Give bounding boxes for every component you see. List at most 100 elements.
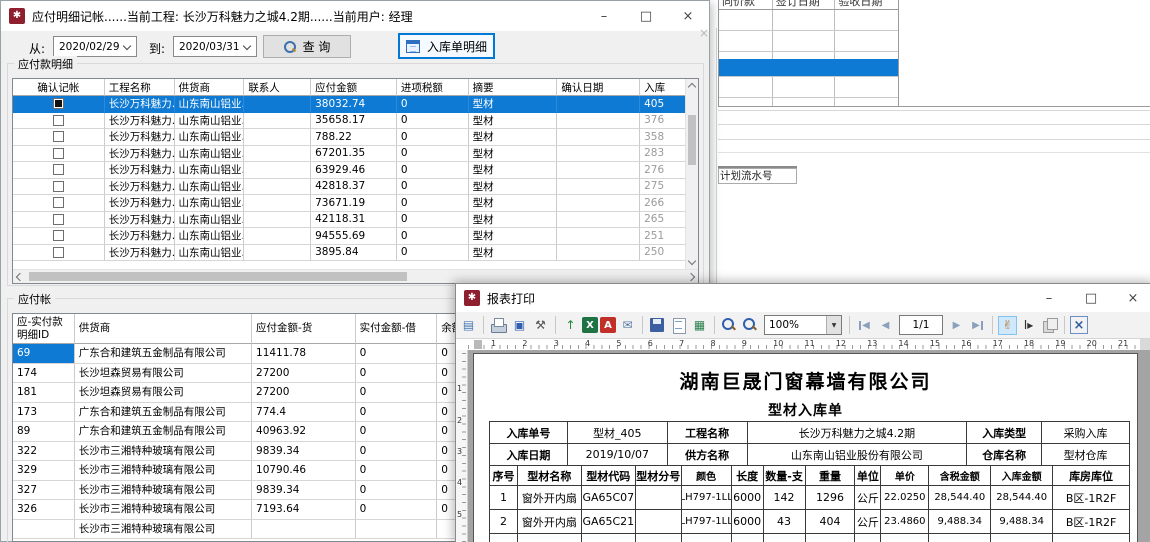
cell[interactable]: 283 <box>640 146 685 163</box>
cell[interactable]: 0 <box>397 113 469 130</box>
cell[interactable] <box>557 195 640 212</box>
cell[interactable] <box>557 113 640 130</box>
minimize-button[interactable]: – <box>1028 284 1070 312</box>
cell[interactable]: 山东南山铝业... <box>175 179 245 196</box>
cell[interactable]: 型材 <box>469 228 558 245</box>
cell[interactable]: 774.4 <box>252 403 356 423</box>
minimize-button[interactable]: – <box>583 1 625 31</box>
cell[interactable]: 长沙万科魅力... <box>105 228 175 245</box>
cell[interactable]: 长沙万科魅力... <box>105 212 175 229</box>
cell[interactable]: 9839.34 <box>252 442 356 462</box>
selected-table-row[interactable] <box>719 59 898 77</box>
checkbox-cell[interactable] <box>13 212 105 229</box>
cell[interactable]: 94555.69 <box>311 228 397 245</box>
cell[interactable]: 0 <box>397 212 469 229</box>
cell[interactable]: 0 <box>356 344 438 364</box>
vertical-scrollbar[interactable] <box>685 79 698 269</box>
document-icon[interactable] <box>669 316 688 335</box>
table-row[interactable]: 长沙万科魅力...山东南山铝业...94555.690型材251 <box>13 228 685 245</box>
cell[interactable]: 广东合和建筑五金制品有限公司 <box>75 344 252 364</box>
confirm-checkbox[interactable] <box>53 181 64 192</box>
cell[interactable]: 广东合和建筑五金制品有限公司 <box>75 422 252 442</box>
cell[interactable]: 长沙万科魅力... <box>105 96 175 113</box>
preview-icon[interactable]: ▤ <box>459 316 478 335</box>
table-row[interactable]: 329长沙市三湘特种玻璃有限公司10790.4600 <box>13 461 503 481</box>
cell[interactable] <box>244 113 311 130</box>
cell[interactable]: 358 <box>640 129 685 146</box>
chevron-down-icon[interactable] <box>243 42 251 50</box>
cell[interactable]: 0 <box>356 403 438 423</box>
copy-icon[interactable] <box>1040 316 1059 335</box>
table-row[interactable]: 长沙市三湘特种玻璃有限公司 <box>13 520 503 540</box>
title-bar[interactable]: ✱ 应付明细记帐......当前工程: 长沙万科魅力之城4.2期......当前… <box>1 1 709 31</box>
cell[interactable] <box>557 245 640 262</box>
table-row[interactable] <box>719 31 898 52</box>
cell[interactable]: 9839.34 <box>252 481 356 501</box>
last-page-icon[interactable]: ▶ <box>968 316 987 335</box>
cell[interactable] <box>557 146 640 163</box>
excel-icon[interactable]: X <box>582 317 598 333</box>
print-icon[interactable] <box>489 316 508 335</box>
cell[interactable]: 7193.64 <box>252 500 356 520</box>
checkbox-cell[interactable] <box>13 195 105 212</box>
pdf-icon[interactable]: A <box>600 317 616 333</box>
cell[interactable]: 38032.74 <box>311 96 397 113</box>
table-row[interactable] <box>719 10 898 31</box>
table-row[interactable]: 322长沙市三湘特种玻璃有限公司9839.3400 <box>13 442 503 462</box>
inbound-detail-button[interactable]: 入库单明细 <box>398 33 495 59</box>
table-row[interactable] <box>719 77 898 98</box>
cell[interactable]: 10790.46 <box>252 461 356 481</box>
grid-icon[interactable]: ▦ <box>690 316 709 335</box>
cell[interactable]: 42818.37 <box>311 179 397 196</box>
table-row[interactable]: 173广东合和建筑五金制品有限公司774.400 <box>13 403 503 423</box>
cell[interactable] <box>557 179 640 196</box>
cell[interactable]: 山东南山铝业... <box>175 212 245 229</box>
cell[interactable]: 型材 <box>469 195 558 212</box>
checkbox-cell[interactable] <box>13 162 105 179</box>
cell[interactable]: 长沙万科魅力... <box>105 129 175 146</box>
table-row[interactable]: 长沙万科魅力...山东南山铝业...38032.740型材405 <box>13 96 685 113</box>
cell[interactable]: 11411.78 <box>252 344 356 364</box>
confirm-checkbox[interactable] <box>53 197 64 208</box>
checkbox-cell[interactable] <box>13 228 105 245</box>
zoom-level-combo[interactable]: 100% ▼ <box>764 315 842 335</box>
cell[interactable] <box>244 162 311 179</box>
cell[interactable]: 250 <box>640 245 685 262</box>
confirm-checkbox[interactable] <box>53 214 64 225</box>
cell[interactable]: 67201.35 <box>311 146 397 163</box>
table-row[interactable]: 长沙万科魅力...山东南山铝业...63929.460型材276 <box>13 162 685 179</box>
cell[interactable] <box>557 129 640 146</box>
cell[interactable]: 0 <box>356 383 438 403</box>
table-row[interactable]: 长沙万科魅力...山东南山铝业...35658.170型材376 <box>13 113 685 130</box>
cell[interactable]: 长沙万科魅力... <box>105 195 175 212</box>
cell[interactable] <box>244 179 311 196</box>
confirm-checkbox[interactable] <box>53 148 64 159</box>
scroll-up-icon[interactable] <box>688 83 696 91</box>
cell[interactable]: 长沙市三湘特种玻璃有限公司 <box>75 500 252 520</box>
table-row[interactable]: 69广东合和建筑五金制品有限公司11411.7800 <box>13 344 503 364</box>
cell[interactable]: 63929.46 <box>311 162 397 179</box>
table-row[interactable]: 327长沙市三湘特种玻璃有限公司9839.3400 <box>13 481 503 501</box>
chevron-down-icon[interactable]: ▼ <box>826 316 841 334</box>
confirm-checkbox[interactable] <box>53 164 64 175</box>
cell[interactable] <box>244 129 311 146</box>
cell[interactable] <box>557 162 640 179</box>
cell[interactable] <box>244 212 311 229</box>
confirm-checkbox[interactable] <box>53 230 64 241</box>
scroll-down-icon[interactable] <box>688 257 696 265</box>
confirm-checkbox[interactable] <box>53 98 64 109</box>
cell[interactable]: 181 <box>13 383 75 403</box>
page-number-input[interactable]: 1/1 <box>899 315 943 335</box>
cell[interactable] <box>244 146 311 163</box>
chevron-down-icon[interactable] <box>123 42 131 50</box>
cell[interactable]: 长沙万科魅力... <box>105 245 175 262</box>
report-preview-area[interactable]: 123456 湖南巨晟门窗幕墙有限公司 型材入库单 入库单号型材_405工程名称… <box>456 350 1150 542</box>
maximize-button[interactable]: □ <box>625 1 667 31</box>
cell[interactable]: 251 <box>640 228 685 245</box>
checkbox-cell[interactable] <box>13 245 105 262</box>
cell[interactable]: 0 <box>397 146 469 163</box>
zoom-in-icon[interactable] <box>720 316 739 335</box>
cell[interactable]: 3895.84 <box>311 245 397 262</box>
export-icon[interactable]: ↑ <box>561 316 580 335</box>
close-button[interactable]: × <box>1112 284 1150 312</box>
